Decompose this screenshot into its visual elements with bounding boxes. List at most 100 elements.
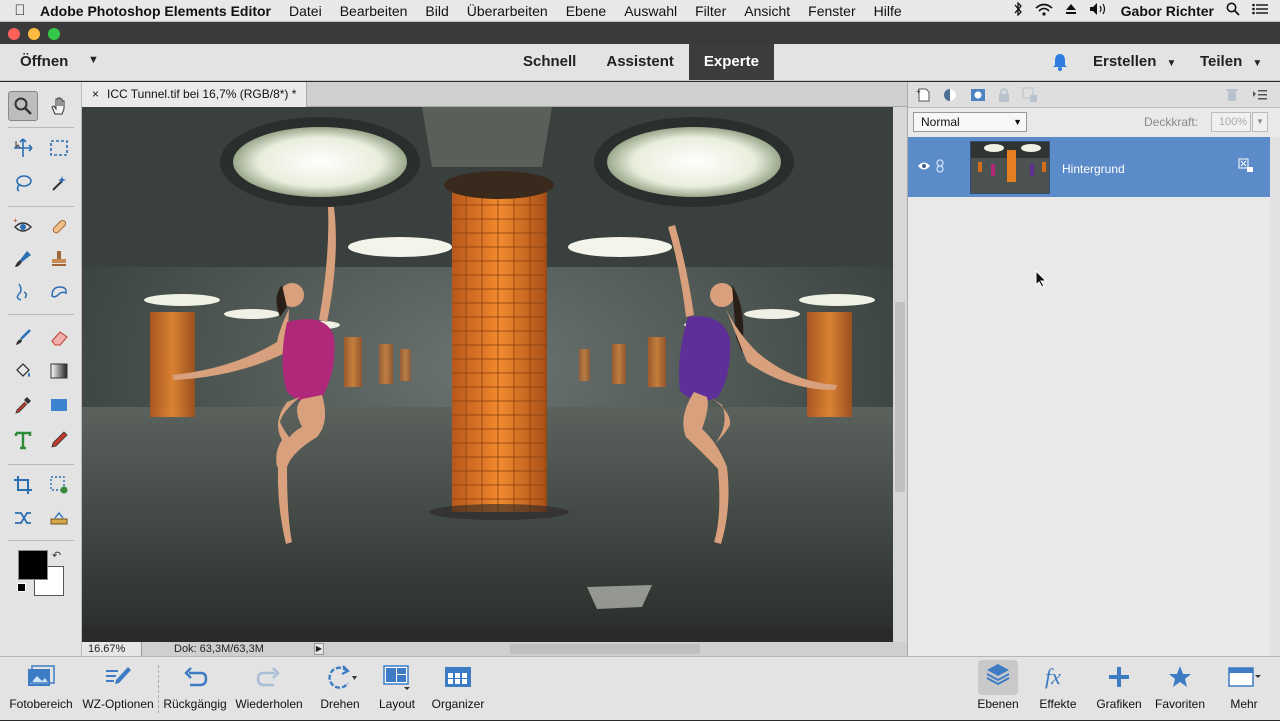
lock-layer-icon[interactable] — [996, 87, 1012, 103]
panel-menu-icon[interactable] — [1252, 87, 1268, 103]
layers-panel-button[interactable]: Ebenen — [968, 657, 1028, 721]
menu-fenster[interactable]: Fenster — [808, 3, 855, 19]
spotlight-search-icon[interactable] — [1226, 2, 1240, 19]
red-eye-tool-icon[interactable]: + — [8, 212, 38, 242]
menu-filter[interactable]: Filter — [695, 3, 726, 19]
content-aware-move-icon[interactable] — [8, 503, 38, 533]
fx-icon: fx — [1032, 657, 1084, 697]
more-panels-icon — [1216, 657, 1272, 697]
undo-button[interactable]: Rückgängig — [160, 657, 230, 721]
smart-brush-icon[interactable] — [8, 244, 38, 274]
open-dropdown-icon[interactable]: ▼ — [88, 54, 99, 66]
hand-tool-icon[interactable] — [44, 91, 74, 121]
mode-expert[interactable]: Experte — [688, 44, 774, 80]
canvas-horizontal-scroll-thumb[interactable] — [510, 644, 700, 654]
pencil-tool-icon[interactable] — [44, 425, 74, 455]
recompose-tool-icon[interactable] — [44, 470, 74, 500]
spot-healing-brush-icon[interactable] — [44, 212, 74, 242]
layer-thumbnail — [970, 141, 1050, 194]
status-bar: 16.67% Dok: 63,3M/63,3M ▶ — [82, 642, 907, 656]
image-canvas[interactable] — [82, 107, 893, 627]
quick-selection-tool-icon[interactable] — [44, 168, 74, 198]
lock-transparent-pixels-icon[interactable] — [1022, 87, 1038, 103]
more-panels-button[interactable]: Mehr — [1216, 657, 1272, 721]
organizer-button[interactable]: Organizer — [428, 657, 488, 721]
foreground-color-swatch[interactable] — [18, 550, 48, 580]
opacity-chevron-down-icon[interactable]: ▼ — [1252, 112, 1268, 132]
status-menu-arrow-icon[interactable]: ▶ — [314, 643, 324, 655]
move-tool-icon[interactable] — [8, 133, 38, 163]
mode-quick[interactable]: Schnell — [508, 44, 591, 80]
layer-visibility-eye-icon[interactable] — [917, 161, 931, 174]
menu-datei[interactable]: Datei — [289, 3, 322, 19]
layer-mask-icon[interactable] — [970, 87, 986, 103]
menu-auswahl[interactable]: Auswahl — [624, 3, 677, 19]
blend-mode-select[interactable]: Normal ▼ — [913, 112, 1027, 132]
sponge-tool-icon[interactable] — [44, 277, 74, 307]
notification-bell-icon[interactable] — [1050, 52, 1070, 72]
redo-button[interactable]: Wiederholen — [232, 657, 306, 721]
zoom-level-field[interactable]: 16.67% — [82, 642, 142, 656]
photo-bin-button[interactable]: Fotobereich — [4, 657, 78, 721]
rectangle-shape-tool-icon[interactable] — [44, 390, 74, 420]
document-tab[interactable]: × ICC Tunnel.tif bei 16,7% (RGB/8*) * — [82, 82, 308, 107]
wifi-icon[interactable] — [1035, 3, 1053, 19]
menu-bearbeiten[interactable]: Bearbeiten — [340, 3, 408, 19]
layer-row[interactable]: Hintergrund — [908, 137, 1270, 197]
menu-ansicht[interactable]: Ansicht — [744, 3, 790, 19]
favorites-panel-button[interactable]: Favoriten — [1150, 657, 1210, 721]
type-tool-icon[interactable] — [8, 425, 38, 455]
default-colors-icon[interactable] — [17, 583, 26, 592]
volume-icon[interactable] — [1089, 2, 1109, 19]
effects-panel-button[interactable]: fx Effekte — [1032, 657, 1084, 721]
layer-lock-icon[interactable] — [1238, 158, 1254, 177]
share-menu[interactable]: Teilen ▼ — [1200, 53, 1262, 70]
create-menu[interactable]: Erstellen ▼ — [1093, 53, 1176, 70]
zoom-tool-icon[interactable] — [8, 91, 38, 121]
delete-layer-icon[interactable] — [1224, 87, 1240, 103]
app-menu[interactable]: Adobe Photoshop Elements Editor — [40, 3, 271, 19]
layout-button[interactable]: Layout — [372, 657, 422, 721]
notification-center-icon[interactable] — [1252, 3, 1268, 18]
zoom-window-button[interactable] — [48, 28, 60, 40]
adjustment-layer-icon[interactable] — [942, 87, 958, 103]
graphics-panel-button[interactable]: Grafiken — [1090, 657, 1148, 721]
menu-hilfe[interactable]: Hilfe — [874, 3, 902, 19]
brush-tool-icon[interactable] — [8, 322, 38, 352]
favorites-label: Favoriten — [1154, 697, 1206, 711]
share-chevron-down-icon: ▼ — [1252, 58, 1263, 69]
straighten-tool-icon[interactable] — [44, 503, 74, 533]
opacity-input[interactable]: 100% — [1211, 112, 1251, 132]
layers-panel-scrollbar[interactable] — [1270, 137, 1280, 656]
canvas-vertical-scroll-thumb[interactable] — [895, 302, 905, 492]
user-menu[interactable]: Gabor Richter — [1121, 3, 1214, 19]
eraser-tool-icon[interactable] — [44, 322, 74, 352]
bluetooth-icon[interactable] — [1013, 1, 1023, 19]
layer-link-icon[interactable] — [935, 159, 945, 176]
minimize-window-button[interactable] — [28, 28, 40, 40]
new-layer-icon[interactable]: + — [916, 87, 932, 103]
apple-menu-icon[interactable]:  — [0, 2, 40, 19]
tool-options-button[interactable]: WZ-Optionen — [80, 657, 156, 721]
blur-tool-icon[interactable] — [8, 277, 38, 307]
mode-guided[interactable]: Assistent — [591, 44, 689, 80]
crop-tool-icon[interactable] — [8, 470, 38, 500]
close-document-icon[interactable]: × — [92, 87, 99, 101]
gradient-tool-icon[interactable] — [44, 356, 74, 386]
rotate-button[interactable]: Drehen — [312, 657, 368, 721]
eject-icon[interactable] — [1065, 3, 1077, 18]
more-label: Mehr — [1230, 697, 1258, 711]
paint-bucket-icon[interactable] — [8, 356, 38, 386]
menu-bild[interactable]: Bild — [425, 3, 448, 19]
close-window-button[interactable] — [8, 28, 20, 40]
eyedropper-tool-icon[interactable] — [8, 390, 38, 420]
rectangular-marquee-tool-icon[interactable] — [44, 133, 74, 163]
clone-stamp-icon[interactable] — [44, 244, 74, 274]
open-button[interactable]: Öffnen — [20, 53, 68, 70]
canvas-vertical-scrollbar[interactable] — [893, 107, 907, 642]
lasso-tool-icon[interactable] — [8, 168, 38, 198]
menu-ueberarbeiten[interactable]: Überarbeiten — [467, 3, 548, 19]
swap-colors-icon[interactable]: ↶ — [52, 549, 61, 562]
blend-mode-chevron-down-icon: ▼ — [1013, 117, 1022, 127]
menu-ebene[interactable]: Ebene — [566, 3, 606, 19]
